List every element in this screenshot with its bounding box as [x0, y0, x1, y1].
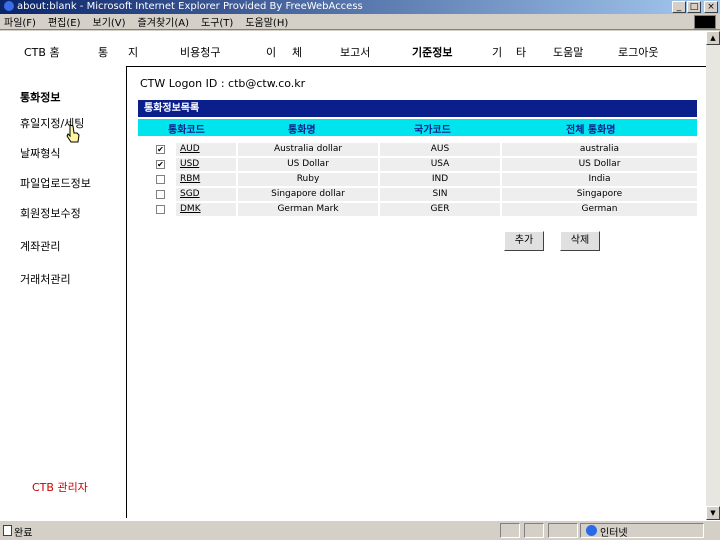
nav-tong[interactable]: 통: [98, 44, 108, 60]
hand-cursor-icon: [66, 124, 80, 143]
row-checkbox[interactable]: [156, 205, 165, 214]
menu-bar: 파일(F) 편집(E) 보기(V) 즐겨찾기(A) 도구(T) 도움말(H): [0, 14, 720, 30]
nav-ji[interactable]: 지: [128, 44, 138, 60]
row-checkbox[interactable]: ✔: [156, 160, 165, 169]
full-name: German: [502, 203, 697, 216]
currency-name: German Mark: [238, 203, 378, 216]
table-row: ✔ AUD Australia dollar AUS australia: [138, 142, 697, 157]
menu-favorites[interactable]: 즐겨찾기(A): [138, 14, 189, 29]
window-controls: _ □ ×: [672, 1, 718, 13]
scroll-down-icon[interactable]: ▼: [706, 506, 720, 520]
sidebar-item-account[interactable]: 계좌관리: [20, 238, 60, 254]
currency-name: Singapore dollar: [238, 188, 378, 201]
delete-button[interactable]: 삭제: [560, 231, 600, 251]
currency-name: Ruby: [238, 173, 378, 186]
country-code: AUS: [380, 143, 500, 156]
nav-i[interactable]: 이: [266, 44, 276, 60]
table-row: RBM Ruby IND India: [138, 172, 697, 187]
top-navigation: CTB 홈 통 지 비용청구 이 체 보고서 기준정보 기 타 도움말 로그아웃: [0, 41, 706, 63]
header-code: 통화코드: [168, 125, 205, 136]
window-title: about:blank - Microsoft Internet Explore…: [17, 1, 363, 12]
status-pane: [548, 523, 578, 538]
nav-billing[interactable]: 비용청구: [180, 44, 220, 60]
status-pane: [524, 523, 544, 538]
globe-icon: [586, 525, 597, 536]
menu-tools[interactable]: 도구(T): [201, 14, 233, 29]
full-name: australia: [502, 143, 697, 156]
header-divider: [126, 66, 706, 67]
sidebar-item-member-info[interactable]: 회원정보수정: [20, 205, 81, 221]
row-checkbox[interactable]: [156, 175, 165, 184]
nav-report[interactable]: 보고서: [340, 44, 370, 60]
zone-pane: [580, 523, 704, 538]
full-name: Singapore: [502, 188, 697, 201]
country-code: USA: [380, 158, 500, 171]
zone-text: 인터넷: [600, 528, 628, 539]
currency-code-link[interactable]: DMK: [176, 203, 236, 216]
menu-file[interactable]: 파일(F): [4, 14, 36, 29]
table-row: DMK German Mark GER German: [138, 202, 697, 217]
nav-logout[interactable]: 로그아웃: [618, 44, 658, 60]
table-row: SGD Singapore dollar SIN Singapore: [138, 187, 697, 202]
nav-home[interactable]: CTB 홈: [24, 44, 60, 60]
country-code: SIN: [380, 188, 500, 201]
header-full-name: 전체 통화명: [566, 125, 616, 136]
sidebar-section-title: 통화정보: [20, 91, 61, 104]
header-name: 통화명: [288, 125, 316, 136]
sidebar-item-file-upload[interactable]: 파일업로드정보: [20, 175, 91, 191]
minimize-button[interactable]: _: [672, 1, 686, 13]
ie-logo-icon: [4, 1, 14, 11]
country-code: IND: [380, 173, 500, 186]
row-checkbox[interactable]: ✔: [156, 145, 165, 154]
vertical-scrollbar[interactable]: ▲ ▼: [706, 31, 720, 520]
currency-list-title: 통화정보목록: [138, 100, 697, 117]
full-name: US Dollar: [502, 158, 697, 171]
status-text: 완료: [14, 528, 33, 539]
status-bar: 완료 인터넷: [0, 520, 720, 540]
header-country: 국가코드: [414, 125, 451, 136]
nav-base-info[interactable]: 기준정보: [412, 44, 452, 60]
currency-name: Australia dollar: [238, 143, 378, 156]
sidebar-item-client[interactable]: 거래처관리: [20, 271, 71, 287]
currency-code-link[interactable]: RBM: [176, 173, 236, 186]
menu-edit[interactable]: 편집(E): [48, 14, 81, 29]
sidebar-divider: [126, 66, 127, 518]
full-name: India: [502, 173, 697, 186]
status-pane: [500, 523, 520, 538]
windows-logo-icon: [694, 15, 716, 29]
nav-che[interactable]: 체: [292, 44, 302, 60]
admin-label: CTB 관리자: [32, 481, 88, 494]
nav-gi[interactable]: 기: [492, 44, 502, 60]
currency-code-link[interactable]: USD: [176, 158, 236, 171]
currency-code-link[interactable]: AUD: [176, 143, 236, 156]
window-title-bar: about:blank - Microsoft Internet Explore…: [0, 0, 720, 14]
page-viewport: CTB 홈 통 지 비용청구 이 체 보고서 기준정보 기 타 도움말 로그아웃…: [0, 31, 706, 520]
menu-view[interactable]: 보기(V): [93, 14, 126, 29]
close-button[interactable]: ×: [704, 1, 718, 13]
menu-help[interactable]: 도움말(H): [245, 14, 288, 29]
maximize-button[interactable]: □: [687, 1, 701, 13]
add-button[interactable]: 추가: [504, 231, 544, 251]
nav-ta[interactable]: 타: [516, 44, 526, 60]
currency-code-link[interactable]: SGD: [176, 188, 236, 201]
logon-id: CTW Logon ID : ctb@ctw.co.kr: [140, 77, 306, 90]
row-checkbox[interactable]: [156, 190, 165, 199]
sidebar-item-date-format[interactable]: 날짜형식: [20, 145, 60, 161]
table-header: 통화코드 통화명 국가코드 전체 통화명: [138, 119, 697, 136]
nav-help[interactable]: 도움말: [553, 44, 583, 60]
currency-name: US Dollar: [238, 158, 378, 171]
country-code: GER: [380, 203, 500, 216]
page-icon: [3, 525, 12, 536]
scroll-up-icon[interactable]: ▲: [706, 31, 720, 45]
table-row: ✔ USD US Dollar USA US Dollar: [138, 157, 697, 172]
